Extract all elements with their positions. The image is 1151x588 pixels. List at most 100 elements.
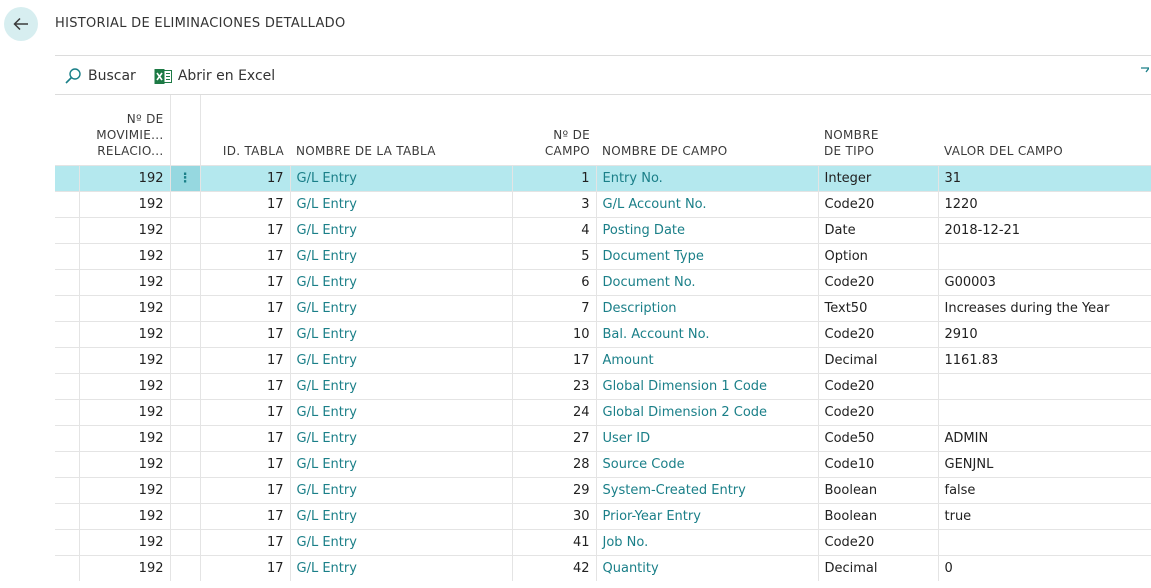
column-header-movement-no[interactable]: Nº DE MOVIMIE... RELACIO...	[79, 95, 170, 166]
table-row[interactable]: 192 17 G/L Entry 6 Document No. Code20 G00003	[55, 269, 1151, 296]
column-header-field-name[interactable]: NOMBRE DE CAMPO	[596, 95, 818, 166]
cell-field-name[interactable]: Amount	[595, 347, 818, 374]
row-indicator-cell[interactable]	[55, 425, 79, 452]
cell-movement-no: 192	[78, 425, 170, 452]
table-row[interactable]: 192 17 G/L Entry 28 Source Code Code10 GENJNL	[55, 451, 1151, 478]
row-menu-cell[interactable]	[169, 295, 200, 322]
cell-field-name[interactable]: System-Created Entry	[595, 477, 818, 504]
table-row[interactable]: 192 17 G/L Entry 10 Bal. Account No. Code20 29…	[55, 321, 1151, 348]
cell-table-name[interactable]: G/L Entry	[289, 451, 512, 478]
open-in-excel-button[interactable]: Abrir en Excel	[154, 68, 275, 85]
table-row[interactable]: 192 17 G/L Entry 41 Job No. Code20	[55, 529, 1151, 556]
cell-field-name[interactable]: Global Dimension 2 Code	[595, 399, 818, 426]
row-indicator-cell[interactable]	[55, 399, 79, 426]
row-indicator-cell[interactable]	[55, 321, 79, 348]
column-header-type-name[interactable]: NOMBRE DE TIPO	[818, 95, 938, 166]
cell-table-name[interactable]: G/L Entry	[289, 477, 512, 504]
cell-field-name[interactable]: Entry No.	[595, 165, 818, 192]
cell-field-name[interactable]: G/L Account No.	[595, 191, 818, 218]
row-menu-cell[interactable]	[169, 373, 200, 400]
cell-field-name[interactable]: Source Code	[595, 451, 818, 478]
row-menu-cell[interactable]	[169, 217, 200, 244]
row-menu-cell[interactable]	[169, 269, 200, 296]
row-menu-cell[interactable]	[169, 347, 200, 374]
cell-field-name[interactable]: Description	[595, 295, 818, 322]
row-menu-cell[interactable]	[169, 503, 200, 530]
row-menu-cell[interactable]	[169, 477, 200, 504]
cell-field-name[interactable]: Bal. Account No.	[595, 321, 818, 348]
row-indicator-cell[interactable]	[55, 347, 79, 374]
column-header-table-name[interactable]: NOMBRE DE LA TABLA	[290, 95, 512, 166]
cell-field-name[interactable]: Job No.	[595, 529, 818, 556]
cell-field-no: 23	[511, 373, 596, 400]
row-indicator-cell[interactable]	[55, 451, 79, 478]
row-indicator-cell[interactable]	[55, 503, 79, 530]
row-indicator-cell[interactable]	[55, 165, 79, 192]
filter-icon[interactable]	[1141, 66, 1149, 78]
cell-table-name[interactable]: G/L Entry	[289, 347, 512, 374]
cell-table-name[interactable]: G/L Entry	[289, 555, 512, 581]
row-indicator-cell[interactable]	[55, 191, 79, 218]
cell-table-name[interactable]: G/L Entry	[289, 399, 512, 426]
row-menu-cell[interactable]	[169, 451, 200, 478]
cell-field-name[interactable]: Prior-Year Entry	[595, 503, 818, 530]
cell-table-name[interactable]: G/L Entry	[289, 529, 512, 556]
table-row[interactable]: 192 17 G/L Entry 30 Prior-Year Entry Boolean t…	[55, 503, 1151, 530]
row-indicator-cell[interactable]	[55, 529, 79, 556]
column-header-field-no[interactable]: Nº DE CAMPO	[512, 95, 596, 166]
table-row[interactable]: 192 17 G/L Entry 42 Quantity Decimal 0	[55, 555, 1151, 581]
cell-table-name[interactable]: G/L Entry	[289, 243, 512, 270]
table-row[interactable]: 192 17 G/L Entry 7 Description Text50 Increase…	[55, 295, 1151, 322]
column-header-table-id[interactable]: ID. TABLA	[199, 95, 290, 166]
cell-table-id: 17	[199, 295, 290, 322]
table-row[interactable]: 192 17 G/L Entry 5 Document Type Option	[55, 243, 1151, 270]
table-row[interactable]: 192 17 G/L Entry 29 System-Created Entry Bool…	[55, 477, 1151, 504]
row-menu-cell[interactable]	[169, 191, 200, 218]
cell-table-name[interactable]: G/L Entry	[289, 191, 512, 218]
search-button[interactable]: Buscar	[64, 67, 136, 85]
cell-field-name[interactable]: Quantity	[595, 555, 818, 581]
column-header-field-value[interactable]: VALOR DEL CAMPO	[938, 95, 1151, 166]
cell-field-no: 5	[511, 243, 596, 270]
cell-field-name[interactable]: Document No.	[595, 269, 818, 296]
cell-field-no: 29	[511, 477, 596, 504]
cell-table-name[interactable]: G/L Entry	[289, 321, 512, 348]
row-menu-cell[interactable]	[169, 529, 200, 556]
cell-table-name[interactable]: G/L Entry	[289, 425, 512, 452]
row-menu-cell[interactable]	[169, 425, 200, 452]
table-row[interactable]: 192 17 G/L Entry 27 User ID Code50 ADMIN	[55, 425, 1151, 452]
row-menu-cell[interactable]	[169, 399, 200, 426]
table-row[interactable]: 192 17 G/L Entry 17 Amount Decimal 1161.83	[55, 347, 1151, 374]
table-row[interactable]: 192 ⋮ 17 G/L Entry 1 Entry No. Integer 31	[55, 165, 1151, 192]
table-row[interactable]: 192 17 G/L Entry 23 Global Dimension 1 Code C…	[55, 373, 1151, 400]
row-indicator-cell[interactable]	[55, 217, 79, 244]
cell-field-name[interactable]: Posting Date	[595, 217, 818, 244]
cell-type-name: Code20	[817, 399, 938, 426]
cell-table-name[interactable]: G/L Entry	[289, 373, 512, 400]
cell-table-name[interactable]: G/L Entry	[289, 503, 512, 530]
row-menu-cell[interactable]	[169, 321, 200, 348]
cell-table-name[interactable]: G/L Entry	[289, 269, 512, 296]
cell-field-name[interactable]: Global Dimension 1 Code	[595, 373, 818, 400]
cell-type-name: Decimal	[817, 347, 938, 374]
cell-field-name[interactable]: Document Type	[595, 243, 818, 270]
cell-type-name: Code20	[817, 373, 938, 400]
cell-field-no: 4	[511, 217, 596, 244]
cell-field-name[interactable]: User ID	[595, 425, 818, 452]
cell-table-name[interactable]: G/L Entry	[289, 217, 512, 244]
row-indicator-cell[interactable]	[55, 373, 79, 400]
row-menu-cell[interactable]	[169, 243, 200, 270]
row-indicator-cell[interactable]	[55, 269, 79, 296]
row-actions-menu-icon[interactable]: ⋮	[169, 165, 200, 192]
back-button[interactable]	[4, 7, 38, 41]
row-menu-cell[interactable]	[169, 555, 200, 581]
row-indicator-cell[interactable]	[55, 555, 79, 581]
cell-table-name[interactable]: G/L Entry	[289, 165, 512, 192]
table-row[interactable]: 192 17 G/L Entry 4 Posting Date Date 2018-12-2…	[55, 217, 1151, 244]
table-row[interactable]: 192 17 G/L Entry 3 G/L Account No. Code20 1220	[55, 191, 1151, 218]
row-indicator-cell[interactable]	[55, 295, 79, 322]
table-row[interactable]: 192 17 G/L Entry 24 Global Dimension 2 Code C…	[55, 399, 1151, 426]
row-indicator-cell[interactable]	[55, 243, 79, 270]
cell-table-name[interactable]: G/L Entry	[289, 295, 512, 322]
row-indicator-cell[interactable]	[55, 477, 79, 504]
